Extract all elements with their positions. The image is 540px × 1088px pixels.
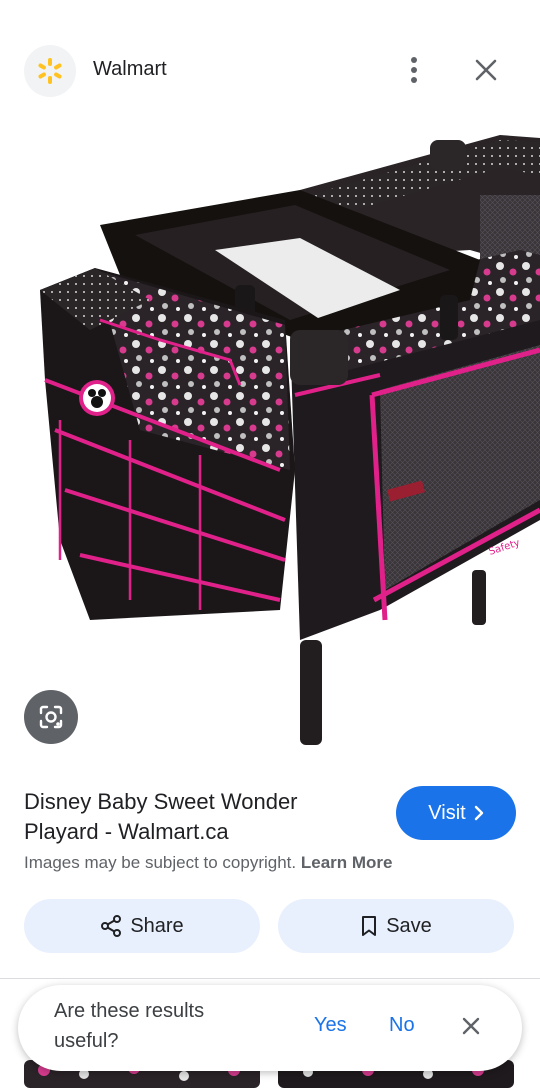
- playard-image: Safety: [40, 135, 540, 745]
- feedback-yes-button[interactable]: Yes: [314, 1014, 347, 1037]
- feedback-dismiss-button[interactable]: [458, 1013, 484, 1039]
- site-logo[interactable]: [24, 45, 76, 97]
- feedback-no-button[interactable]: No: [389, 1014, 415, 1037]
- share-icon: [101, 915, 122, 937]
- copyright-notice: Images may be subject to copyright. Lear…: [24, 853, 393, 873]
- close-icon: [462, 1017, 480, 1035]
- close-icon: [475, 59, 497, 81]
- feedback-question: Are these results useful?: [54, 1000, 205, 1052]
- result-title[interactable]: Disney Baby Sweet Wonder Playard - Walma…: [24, 787, 374, 847]
- visit-label: Visit: [428, 801, 466, 824]
- lens-icon: [39, 705, 63, 729]
- more-vert-icon: [411, 57, 417, 83]
- google-lens-button[interactable]: [24, 690, 78, 744]
- more-options-button[interactable]: [398, 52, 430, 88]
- site-name[interactable]: Walmart: [93, 58, 167, 81]
- learn-more-link[interactable]: Learn More: [301, 853, 393, 872]
- walmart-spark-icon: [38, 58, 62, 84]
- save-label: Save: [386, 914, 432, 937]
- visit-button[interactable]: Visit: [396, 786, 516, 840]
- product-image[interactable]: Safety: [0, 118, 540, 768]
- copyright-text: Images may be subject to copyright.: [24, 853, 297, 872]
- save-button[interactable]: Save: [278, 899, 514, 953]
- bookmark-icon: [362, 916, 377, 936]
- share-label: Share: [130, 914, 184, 937]
- section-divider: [0, 978, 540, 979]
- close-button[interactable]: [468, 52, 504, 88]
- share-button[interactable]: Share: [24, 899, 260, 953]
- chevron-right-icon: [474, 805, 483, 821]
- feedback-prompt: Are these results useful? Yes No: [18, 985, 522, 1071]
